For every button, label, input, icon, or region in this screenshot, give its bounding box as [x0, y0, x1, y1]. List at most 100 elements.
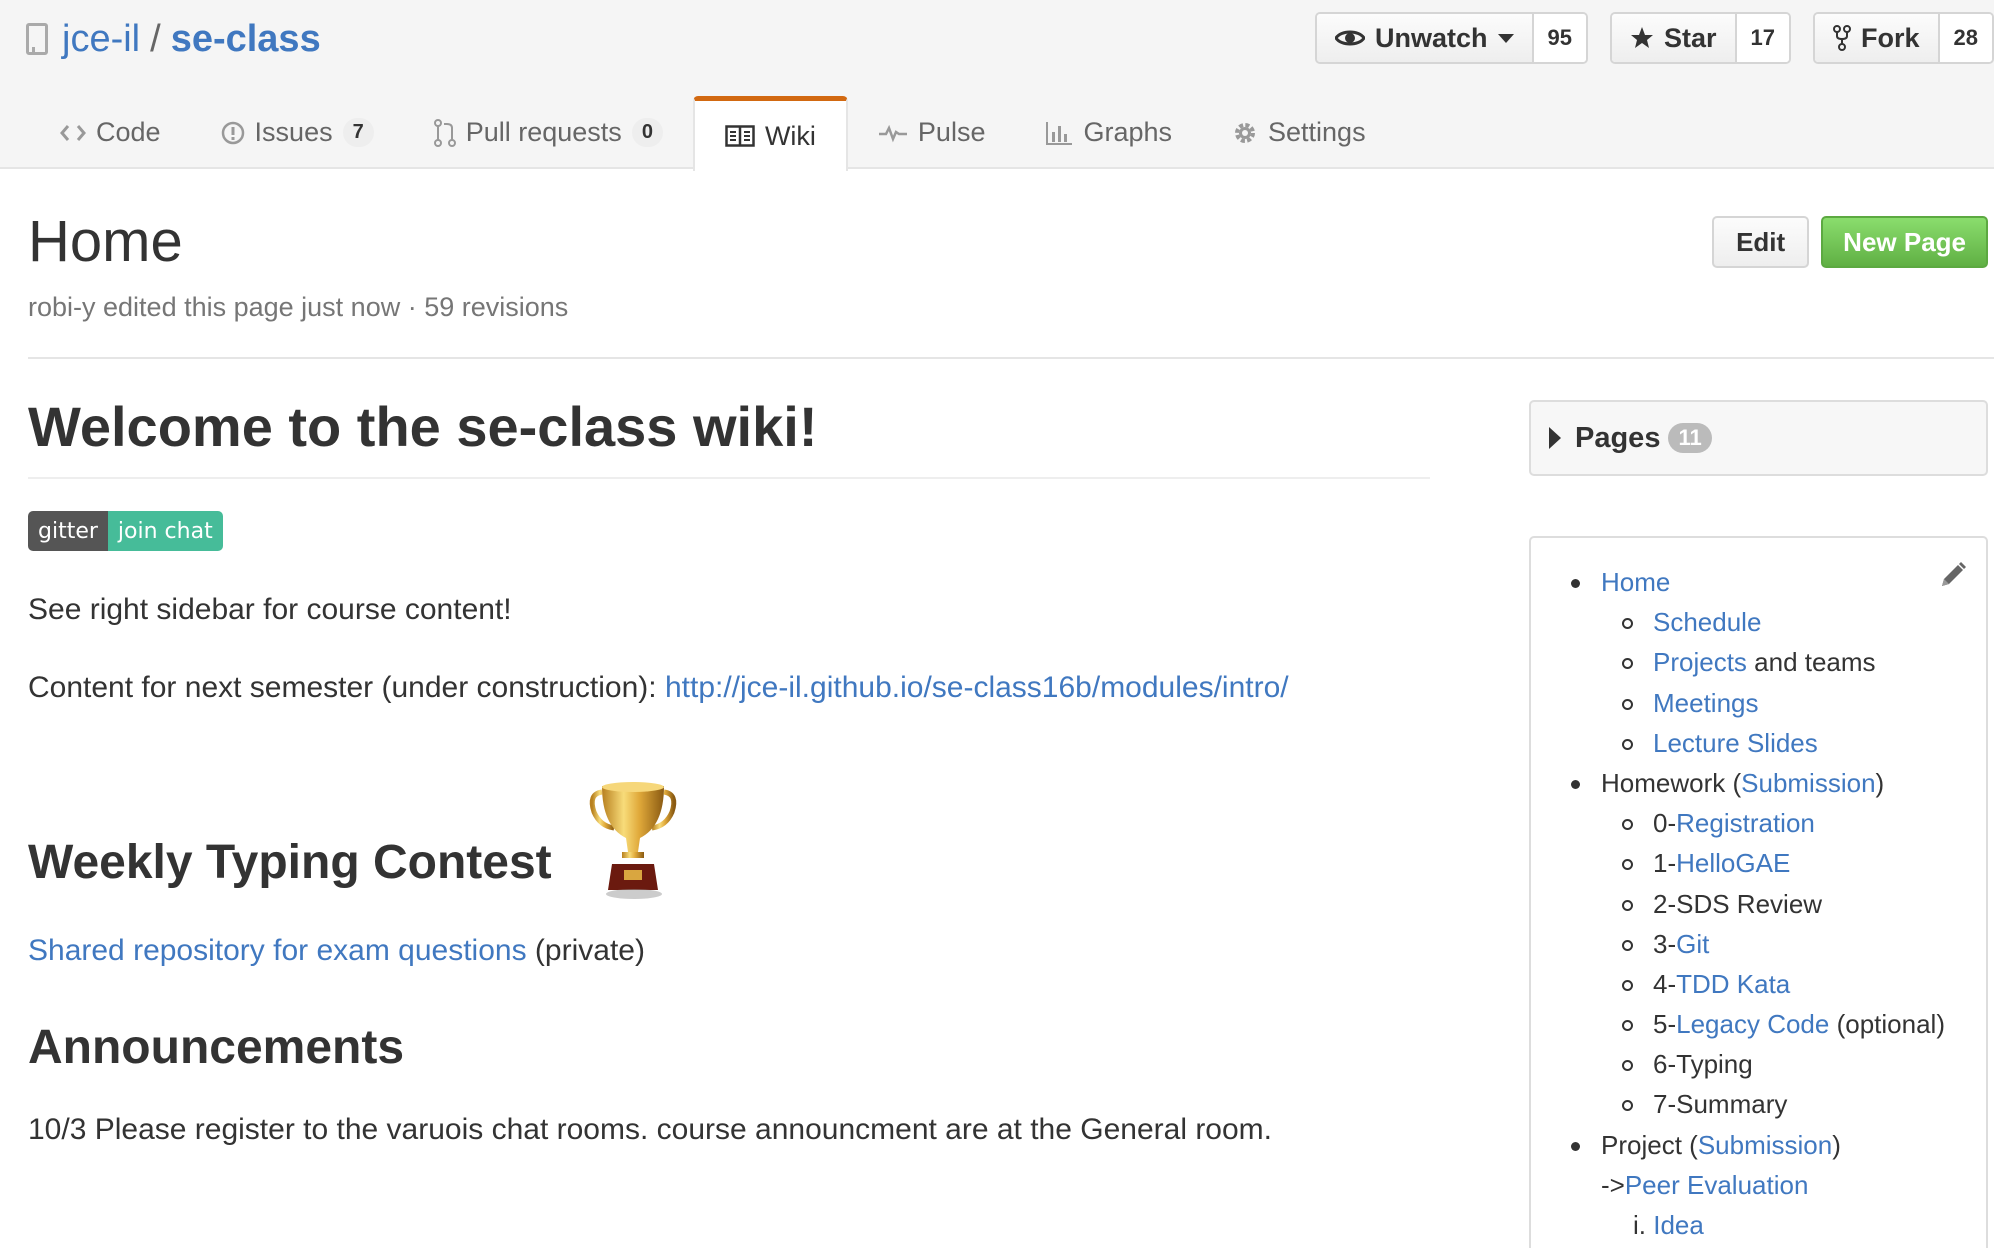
fork-icon [1833, 25, 1851, 51]
sidebar-text: 1- [1653, 848, 1677, 879]
fork-label: Fork [1861, 22, 1920, 53]
gitter-badge-left: gitter [28, 511, 108, 551]
repo-icon [26, 23, 48, 55]
stargazers-count[interactable]: 17 [1736, 14, 1789, 62]
next-semester-text: Content for next semester (under constru… [28, 671, 665, 704]
sidebar-text: -> [1601, 1169, 1625, 1200]
announcement-text: 10/3 Please register to the varuois chat… [28, 1113, 1273, 1146]
sidebar-list-item: 6-Typing [1601, 1044, 1945, 1084]
next-semester-link[interactable]: http://jce-il.github.io/se-class16b/modu… [665, 671, 1289, 704]
pull-request-icon [433, 118, 456, 147]
sidebar-text: i. [1633, 1210, 1654, 1240]
sidebar-text: and teams [1746, 647, 1876, 678]
sidebar-list-item: i. Idea [1601, 1205, 1945, 1245]
gear-icon [1235, 122, 1256, 143]
gitter-badge[interactable]: gitter join chat [28, 511, 223, 551]
page-meta: robi-y edited this page just now · 59 re… [28, 292, 569, 322]
tab-pull-requests[interactable]: Pull requests 0 [404, 96, 693, 169]
tab-pulse-label: Pulse [917, 117, 986, 147]
pages-label: Pages [1575, 421, 1661, 454]
repo-actions: Unwatch 95 Star 17 Fork 28 [1314, 12, 1994, 64]
next-semester-paragraph: Content for next semester (under constru… [28, 671, 1430, 705]
sidebar-text: Homework ( [1601, 767, 1742, 798]
sidebar-link[interactable]: Peer Evaluation [1625, 1170, 1809, 1200]
star-icon [1630, 27, 1653, 48]
wiki-actions: Edit New Page [1712, 216, 1988, 268]
pulse-icon [878, 124, 907, 142]
sidebar-list: Home Schedule Projects and teams Meetings Le… [1571, 562, 1945, 1245]
code-icon [60, 124, 86, 141]
issues-counter: 7 [342, 118, 374, 147]
sidebar-link[interactable]: HelloGAE [1676, 848, 1790, 878]
sidebar-list-item: Schedule [1601, 602, 1945, 642]
tab-code[interactable]: Code [30, 96, 191, 169]
sidebar-list-item: 2-SDS Review [1601, 884, 1945, 924]
sidebar-text: 2-SDS Review [1653, 888, 1823, 919]
sidebar-link[interactable]: Registration [1676, 808, 1815, 838]
repo-name-link[interactable]: se-class [171, 18, 321, 61]
edit-button[interactable]: Edit [1712, 216, 1810, 268]
sidebar-text: ) [1875, 767, 1885, 798]
shared-repo-paragraph: Shared repository for exam questions (pr… [28, 934, 1430, 968]
sidebar-link[interactable]: Projects [1653, 647, 1747, 677]
sidebar-link[interactable]: TDD Kata [1676, 969, 1790, 999]
sidebar-list-item: Homework (Submission) [1571, 763, 1945, 803]
graph-icon [1046, 121, 1073, 145]
sidebar-list-item: Lecture Slides [1601, 723, 1945, 763]
sidebar-list-item: 4-TDD Kata [1601, 964, 1945, 1004]
sidebar-text: 0- [1653, 808, 1677, 839]
tab-issues[interactable]: Issues 7 [191, 96, 404, 169]
tab-wiki-label: Wiki [764, 120, 816, 151]
sidebar-text: (optional) [1829, 1009, 1945, 1040]
new-page-button[interactable]: New Page [1821, 216, 1988, 268]
sidebar-text: 3- [1653, 928, 1677, 959]
sidebar-link[interactable]: Submission [1741, 768, 1875, 798]
sidebar-link[interactable]: Schedule [1653, 607, 1761, 637]
tab-code-label: Code [96, 117, 161, 147]
announcements-heading: Announcements [28, 1021, 405, 1074]
sidebar-link[interactable]: Submission [1698, 1130, 1832, 1160]
forks-count[interactable]: 28 [1939, 14, 1992, 62]
repo-separator: / [150, 17, 161, 60]
repo-owner-link[interactable]: jce-il [62, 18, 140, 61]
typing-contest-heading: Weekly Typing Contest [28, 836, 552, 889]
sidebar-link[interactable]: Lecture Slides [1653, 728, 1818, 758]
sidebar-link[interactable]: Home [1601, 567, 1670, 597]
unwatch-button[interactable]: Unwatch [1316, 14, 1534, 62]
watch-button-group: Unwatch 95 [1314, 12, 1588, 64]
tab-graphs[interactable]: Graphs [1015, 96, 1202, 169]
trophy-icon [589, 782, 677, 899]
tab-issues-label: Issues [254, 117, 333, 147]
sidebar-text: ) [1832, 1129, 1841, 1160]
sidebar-link[interactable]: Git [1676, 929, 1709, 959]
tab-settings[interactable]: Settings [1202, 96, 1396, 169]
sidebar-link[interactable]: Meetings [1653, 688, 1759, 718]
tab-wiki[interactable]: Wiki [692, 96, 848, 171]
shared-repo-suffix: (private) [526, 934, 645, 967]
star-button[interactable]: Star [1611, 14, 1737, 62]
book-icon [725, 125, 755, 147]
sidebar-text: 7-Summary [1653, 1089, 1788, 1120]
eye-icon [1334, 30, 1365, 46]
repo-title: jce-il / se-class [26, 14, 321, 64]
star-button-group: Star 17 [1609, 12, 1791, 64]
shared-repo-link[interactable]: Shared repository for exam questions [28, 934, 527, 967]
sidebar-link[interactable]: Legacy Code [1676, 1009, 1829, 1039]
issue-icon [221, 121, 244, 144]
pages-toggle[interactable]: Pages 11 [1529, 400, 1988, 476]
tab-graphs-label: Graphs [1083, 117, 1173, 147]
sidebar-list-item: Project (Submission) [1571, 1125, 1945, 1165]
fork-button-group: Fork 28 [1813, 12, 1994, 64]
sidebar-list-item: 3-Git [1601, 924, 1945, 964]
watchers-count[interactable]: 95 [1533, 14, 1586, 62]
chevron-down-icon [1497, 33, 1514, 43]
sidebar-text: 6-Typing [1653, 1049, 1753, 1080]
custom-sidebar: Home Schedule Projects and teams Meetings Le… [1529, 536, 1988, 1248]
tab-settings-label: Settings [1268, 117, 1366, 147]
page-title: Home [28, 209, 183, 274]
sidebar-text: Project ( [1601, 1129, 1698, 1160]
sidebar-list-item: 7-Summary [1601, 1084, 1945, 1124]
sidebar-link[interactable]: Idea [1653, 1210, 1704, 1240]
fork-button[interactable]: Fork [1815, 14, 1940, 62]
tab-pulse[interactable]: Pulse [848, 96, 1016, 169]
